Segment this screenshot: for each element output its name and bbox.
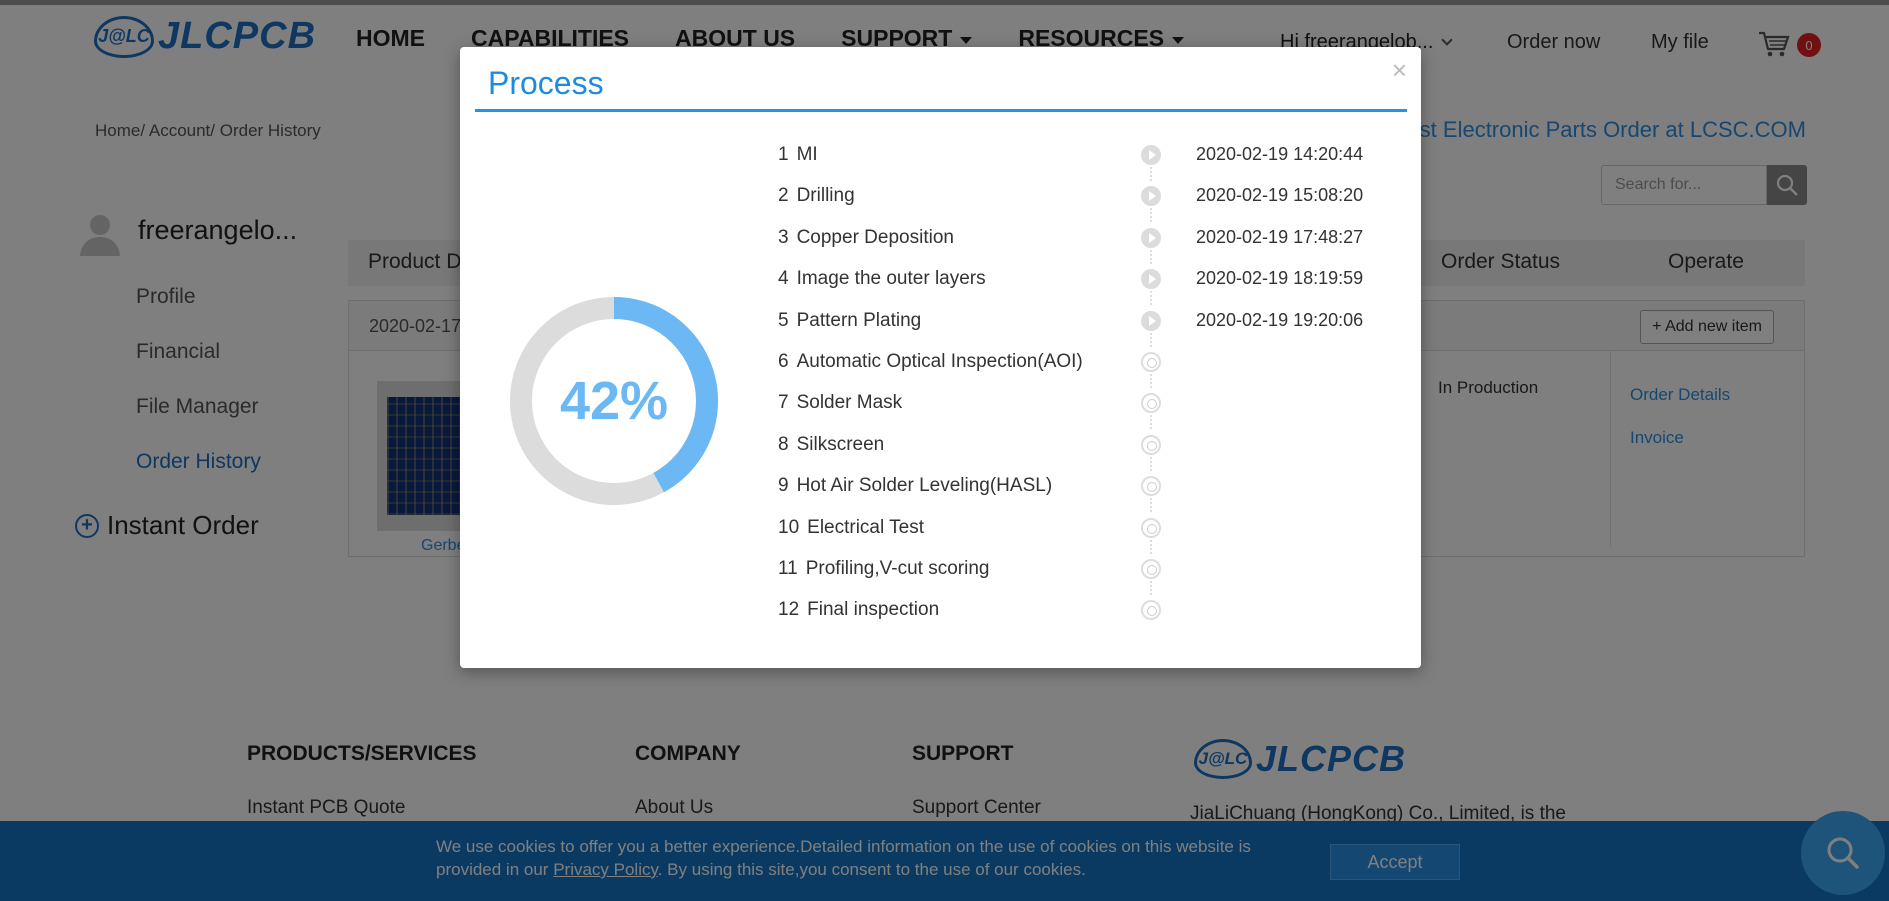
step-timestamp: 2020-02-19 15:08:20	[1196, 185, 1364, 206]
process-step: 3 Copper Deposition 2020-02-19 17:48:27	[778, 223, 1398, 264]
step-label: 9 Hot Air Solder Leveling(HASL)	[778, 475, 1052, 497]
step-number: 4	[778, 268, 789, 290]
step-label: 8 Silkscreen	[778, 434, 884, 456]
step-pending-icon	[1141, 476, 1161, 497]
step-name: Automatic Optical Inspection(AOI)	[796, 351, 1083, 372]
step-label: 4 Image the outer layers	[778, 268, 986, 290]
step-connector	[1150, 539, 1152, 554]
step-number: 7	[778, 392, 789, 414]
process-step: 8 Silkscreen	[778, 430, 1398, 471]
step-name: Silkscreen	[796, 433, 885, 455]
step-name: Final inspection	[807, 599, 940, 621]
step-connector	[1150, 249, 1152, 264]
step-connector	[1150, 167, 1152, 181]
process-step: 4 Image the outer layers 2020-02-19 18:19:…	[778, 264, 1398, 306]
step-label: 1 MI	[778, 144, 818, 166]
step-label: 10 Electrical Test	[778, 517, 924, 539]
step-connector	[1150, 498, 1152, 513]
step-number: 5	[778, 309, 789, 331]
step-name: MI	[796, 144, 818, 165]
step-pending-icon	[1141, 434, 1161, 455]
step-connector	[1150, 332, 1152, 347]
process-step: 12 Final inspection	[778, 595, 1398, 625]
step-pending-icon	[1141, 559, 1161, 579]
step-name: Image the outer layers	[796, 268, 986, 290]
step-pending-icon	[1141, 352, 1161, 372]
step-timestamp: 2020-02-19 18:19:59	[1196, 268, 1364, 289]
step-number: 9	[778, 475, 789, 497]
process-step: 2 Drilling 2020-02-19 15:08:20	[778, 181, 1398, 223]
step-name: Pattern Plating	[796, 309, 922, 331]
step-number: 6	[778, 351, 789, 372]
step-timestamp: 2020-02-19 14:20:44	[1196, 144, 1364, 164]
step-name: Profiling,V-cut scoring	[805, 558, 990, 579]
step-connector	[1150, 208, 1152, 223]
step-label: 12 Final inspection	[778, 599, 939, 621]
process-step: 5 Pattern Plating 2020-02-19 19:20:06	[778, 306, 1398, 347]
step-label: 2 Drilling	[778, 185, 855, 207]
step-timestamp: 2020-02-19 19:20:06	[1196, 309, 1364, 330]
step-number: 11	[778, 558, 798, 579]
step-number: 10	[778, 516, 800, 538]
step-connector	[1150, 581, 1152, 595]
step-number: 8	[778, 433, 789, 455]
process-step: 7 Solder Mask	[778, 388, 1398, 430]
process-step: 10 Electrical Test	[778, 513, 1398, 554]
process-step: 6 Automatic Optical Inspection(AOI)	[778, 347, 1398, 388]
step-connector	[1150, 456, 1152, 471]
title-underline	[475, 109, 1407, 112]
step-connector	[1150, 374, 1152, 388]
step-done-icon	[1141, 310, 1161, 331]
progress-percent: 42%	[559, 371, 669, 431]
step-done-icon	[1141, 269, 1161, 290]
step-done-icon	[1141, 227, 1161, 248]
step-connector	[1150, 291, 1152, 306]
step-label: 7 Solder Mask	[778, 392, 902, 414]
step-label: 5 Pattern Plating	[778, 310, 921, 332]
step-name: Hot Air Solder Leveling(HASL)	[796, 475, 1053, 497]
step-number: 3	[778, 226, 789, 248]
process-modal: Process × 42% 1 MI 2020-02-19 14:20:44 2 Dri…	[460, 47, 1421, 668]
step-timestamp: 2020-02-19 17:48:27	[1196, 226, 1364, 247]
process-step: 9 Hot Air Solder Leveling(HASL)	[778, 471, 1398, 513]
step-done-icon	[1141, 145, 1161, 165]
modal-title: Process	[488, 65, 604, 101]
step-pending-icon	[1141, 393, 1161, 414]
step-name: Copper Deposition	[796, 226, 954, 248]
step-name: Electrical Test	[807, 516, 924, 538]
step-name: Drilling	[796, 185, 855, 207]
step-number: 2	[778, 185, 789, 207]
step-number: 1	[778, 144, 789, 165]
step-pending-icon	[1141, 517, 1161, 538]
step-connector	[1150, 415, 1152, 430]
step-pending-icon	[1141, 600, 1161, 621]
step-number: 12	[778, 599, 800, 621]
step-label: 11 Profiling,V-cut scoring	[778, 558, 989, 580]
step-name: Solder Mask	[796, 392, 903, 414]
step-label: 6 Automatic Optical Inspection(AOI)	[778, 351, 1083, 373]
step-label: 3 Copper Deposition	[778, 227, 954, 249]
process-step: 11 Profiling,V-cut scoring	[778, 554, 1398, 595]
step-done-icon	[1141, 186, 1161, 207]
process-step: 1 MI 2020-02-19 14:20:44	[778, 140, 1398, 181]
close-icon[interactable]: ×	[1392, 57, 1407, 83]
